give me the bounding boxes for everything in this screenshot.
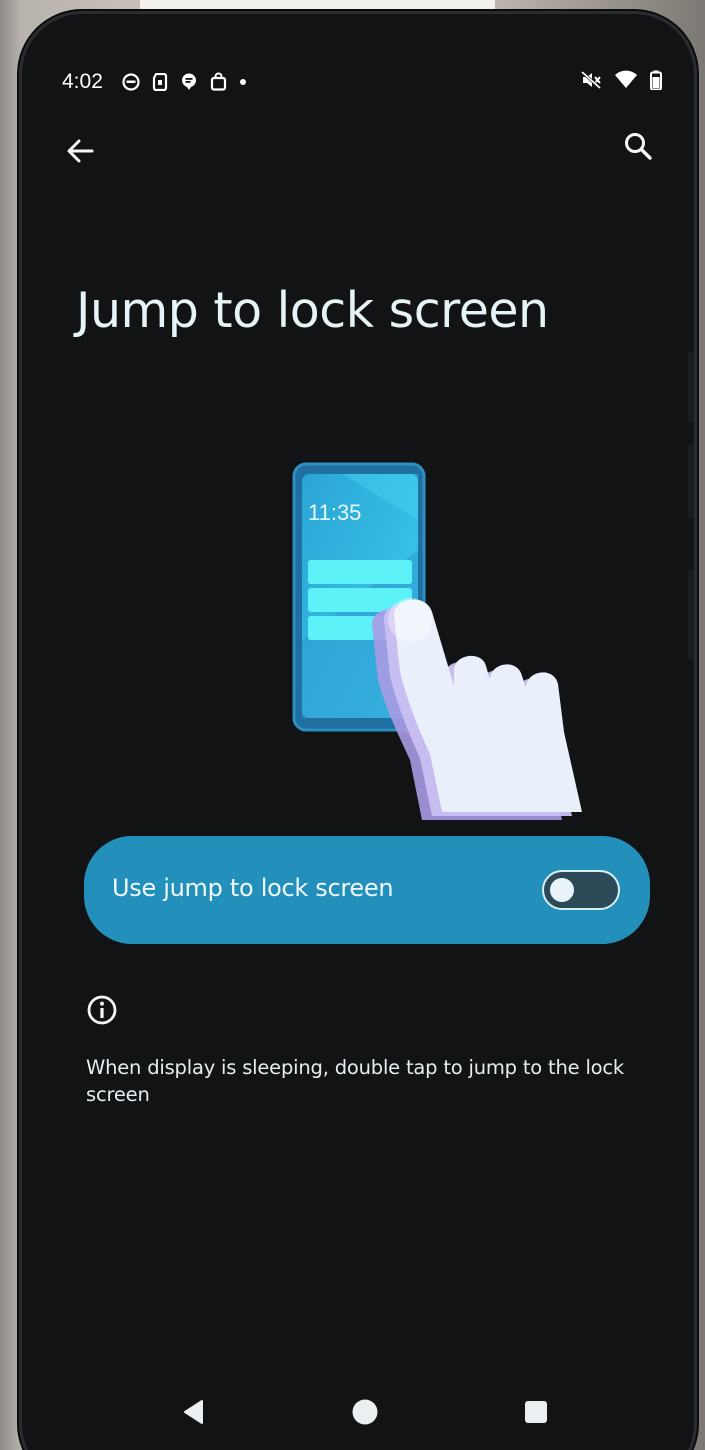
home-circle-icon xyxy=(352,1399,378,1425)
battery-icon xyxy=(650,70,662,90)
dot-icon xyxy=(240,78,246,85)
nav-recents-button[interactable] xyxy=(516,1392,556,1432)
toggle-switch-thumb xyxy=(550,878,574,902)
info-icon xyxy=(87,995,117,1025)
page-title: Jump to lock screen xyxy=(76,282,549,339)
nav-back-button[interactable] xyxy=(174,1392,214,1432)
double-tap-illustration: 11:35 xyxy=(282,460,602,820)
wifi-icon xyxy=(615,70,637,88)
status-right-icons xyxy=(580,70,662,90)
phone-device: 4:02 Jump to lock screen 11:35 Use jump … xyxy=(22,14,694,1450)
back-button[interactable] xyxy=(58,129,102,173)
message-icon xyxy=(182,73,196,90)
navigation-bar xyxy=(22,1392,694,1432)
sim-icon xyxy=(152,72,168,91)
search-button[interactable] xyxy=(616,124,660,168)
tapping-hand xyxy=(371,598,582,820)
info-description: When display is sleeping, double tap to … xyxy=(86,1056,624,1106)
screen: 4:02 Jump to lock screen 11:35 Use jump … xyxy=(22,14,694,1450)
use-jump-to-lock-screen-toggle-row[interactable]: Use jump to lock screen xyxy=(84,836,650,944)
toggle-switch[interactable] xyxy=(542,870,620,910)
toggle-label: Use jump to lock screen xyxy=(112,874,394,902)
back-triangle-icon xyxy=(184,1400,203,1424)
status-time: 4:02 xyxy=(62,70,103,93)
arrow-left-icon xyxy=(67,139,94,163)
recents-square-icon xyxy=(525,1401,547,1423)
illustration-graphic: 11:35 xyxy=(292,462,582,820)
illustration-clock: 11:35 xyxy=(308,500,361,525)
shopping-bag-icon xyxy=(210,72,227,91)
notification-icon xyxy=(122,72,140,91)
search-icon xyxy=(625,133,652,160)
mute-icon xyxy=(581,70,601,90)
status-bar: 4:02 xyxy=(62,66,662,98)
nav-home-button[interactable] xyxy=(345,1392,385,1432)
illustration-notification xyxy=(308,560,412,584)
notification-icons xyxy=(122,72,247,91)
